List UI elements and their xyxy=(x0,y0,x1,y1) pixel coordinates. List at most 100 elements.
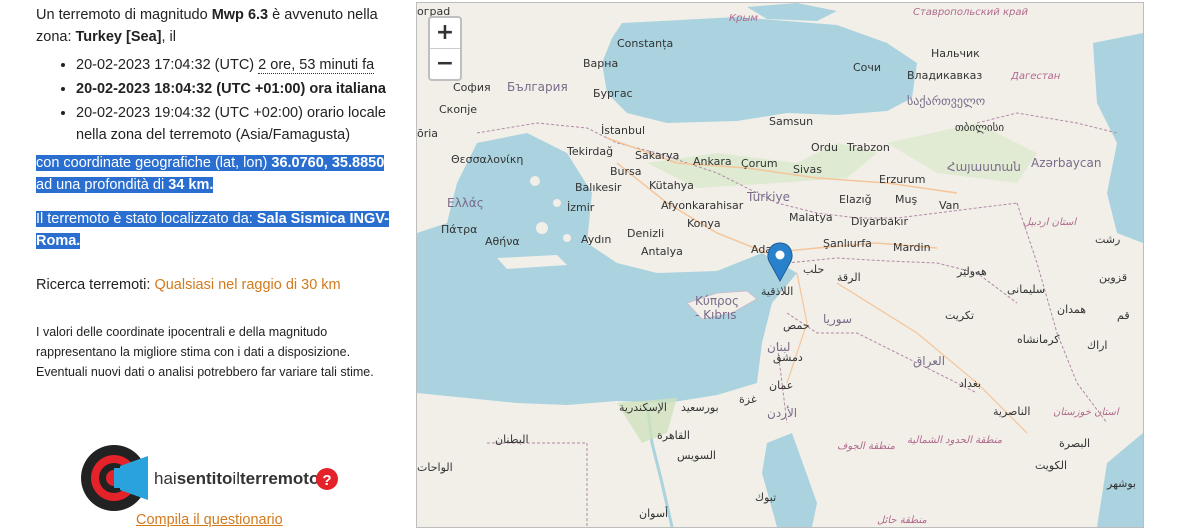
label-georgia: საქართველო xyxy=(907,94,985,108)
intro-text-3: , il xyxy=(161,29,176,45)
label-sanliurfa: Şanlıurfa xyxy=(823,237,872,250)
label-konya: Konya xyxy=(687,217,721,230)
label-elazig: Elazığ xyxy=(839,193,872,206)
zoom-in-button[interactable]: + xyxy=(430,18,460,48)
label-kypros: Κύπρος xyxy=(695,294,739,308)
label-bursa: Bursa xyxy=(610,165,642,178)
italy-time: 20-02-2023 18:04:32 (UTC +01:00) ora ita… xyxy=(76,81,386,97)
label-armenia: Հայաստան xyxy=(947,160,1021,174)
label-kibris: - Kıbrıs xyxy=(695,308,736,322)
label-homs: حمص xyxy=(783,319,810,332)
label-kutahya: Kütahya xyxy=(649,179,694,192)
intro-paragraph: Un terremoto di magnitudo Mwp 6.3 è avve… xyxy=(36,4,396,48)
label-tabuk: تبوك xyxy=(755,491,776,504)
magnitude: Mwp 6.3 xyxy=(211,7,269,23)
label-sakarya: Sakarya xyxy=(635,149,679,162)
label-ordu: Ordu xyxy=(811,141,838,154)
coords-value: 36.0760, 35.8850 xyxy=(271,155,385,171)
label-khuzestan: استان خوزستان xyxy=(1053,407,1120,418)
time-list: 20-02-2023 17:04:32 (UTC) 2 ore, 53 minu… xyxy=(36,54,396,146)
time-italy: 20-02-2023 18:04:32 (UTC +01:00) ora ita… xyxy=(76,78,396,100)
label-burgas: Бургас xyxy=(593,87,633,100)
label-sochi: Сочи xyxy=(853,61,881,74)
label-kuwait: الكويت xyxy=(1035,459,1067,472)
label-hudud: منطقة الحدود الشمالية xyxy=(907,435,1003,446)
label-erzurum: Erzurum xyxy=(879,173,925,186)
label-turkiye: Türkiye xyxy=(746,190,790,204)
label-tikrit: تكريت xyxy=(945,309,974,322)
depth-value: 34 km. xyxy=(168,177,214,193)
label-van: Van xyxy=(939,199,959,212)
coordinates-paragraph: con coordinate geografiche (lat, lon) 36… xyxy=(36,152,396,196)
label-halab: حلب xyxy=(803,263,824,276)
logo-text-sentito: sentito xyxy=(177,469,233,488)
label-azerbaycan: Azərbaycan xyxy=(1031,156,1101,170)
logo-text-hai: hai xyxy=(154,469,177,488)
label-hamadan: همدان xyxy=(1057,303,1086,316)
label-thessaloniki: Θεσσαλονίκη xyxy=(451,153,523,166)
label-oria: ōria xyxy=(417,127,438,140)
label-nasiriya: الناصرية xyxy=(993,405,1030,418)
label-patra: Πάτρα xyxy=(441,223,477,236)
label-istanbul: İstanbul xyxy=(601,124,645,137)
intro-text: Un terremoto di magnitudo xyxy=(36,7,212,23)
label-mus: Muş xyxy=(895,193,917,206)
label-latakia: اللاذقية xyxy=(761,285,793,298)
label-samsun: Samsun xyxy=(769,115,813,128)
label-athina: Αθήνα xyxy=(485,235,520,248)
label-malatya: Malatya xyxy=(789,211,833,224)
label-urdun: الأردن xyxy=(767,405,797,421)
located-text: Il terremoto è stato localizzato da: xyxy=(36,211,257,227)
label-suways: السويس xyxy=(677,449,716,462)
local-time: 20-02-2023 19:04:32 (UTC +02:00) orario … xyxy=(76,105,386,143)
label-diyarbakir: Diyarbakır xyxy=(851,215,908,228)
label-bulgaria: България xyxy=(507,80,568,94)
search-radius-link[interactable]: Qualsiasi nel raggio di 30 km xyxy=(154,277,340,293)
label-ardabil: استان اردبیل xyxy=(1023,217,1077,228)
help-icon: ? xyxy=(322,472,331,489)
label-basra: البصرة xyxy=(1059,437,1090,450)
label-balikesir: Balıkesir xyxy=(575,181,622,194)
logo-text-il: il xyxy=(232,469,240,488)
label-aydin: Aydın xyxy=(581,233,611,246)
label-bursaid: بورسعيد xyxy=(681,401,719,414)
label-qom: قم xyxy=(1117,309,1130,322)
zoom-control: + − xyxy=(428,16,462,81)
label-mardin: Mardin xyxy=(893,241,931,254)
label-ankara: Ankara xyxy=(693,155,732,168)
label-denizli: Denizli xyxy=(627,227,664,240)
label-sivas: Sivas xyxy=(793,163,822,176)
label-qazvin: قزوین xyxy=(1099,271,1127,284)
label-nalchik: Нальчик xyxy=(931,47,980,60)
label-ellas: Ελλάς xyxy=(447,196,484,210)
label-suriya: سوريا xyxy=(823,312,852,327)
map-canvas[interactable]: Constanța Варна Бургас София България Ск… xyxy=(417,3,1143,527)
haisentito-logo[interactable]: haisentitoilterremoto ? xyxy=(80,444,350,514)
search-paragraph: Ricerca terremoti: Qualsiasi nel raggio … xyxy=(36,274,396,296)
label-batnan: البطنان xyxy=(495,433,529,446)
zone: Turkey [Sea] xyxy=(75,29,162,45)
label-hail: منطقة حائل xyxy=(877,515,927,526)
label-tbilisi: თბილისი xyxy=(955,121,1004,134)
label-sofia: София xyxy=(453,81,491,94)
label-arak: اراك xyxy=(1087,339,1108,352)
label-jawf: منطقة الجوف xyxy=(837,441,896,452)
earthquake-info: Un terremoto di magnitudo Mwp 6.3 è avve… xyxy=(36,0,396,382)
label-dimashq: دمشق xyxy=(773,351,803,365)
label-amman: عمان xyxy=(769,379,793,392)
coords-text: con coordinate geografiche (lat, lon) xyxy=(36,155,272,171)
label-hawler: هەولێر xyxy=(956,265,987,278)
label-sulaymaniyah: سلیمانی xyxy=(1007,283,1045,296)
depth-text: ad una profondità di xyxy=(36,177,169,193)
label-tekirdag: Tekirdağ xyxy=(566,145,613,158)
disclaimer: I valori delle coordinate ipocentrali e … xyxy=(36,325,374,379)
time-ago: 2 ore, 53 minuti fa xyxy=(258,57,375,74)
map[interactable]: Constanța Варна Бургас София България Ск… xyxy=(416,2,1144,528)
logo-graphic: haisentitoilterremoto ? xyxy=(81,445,338,511)
label-corum: Çorum xyxy=(741,157,778,170)
logo-text-terremoto: terremoto xyxy=(240,469,319,488)
label-stavropol: Ставропольский край xyxy=(913,7,1028,18)
zoom-out-button[interactable]: − xyxy=(430,48,460,79)
label-iskandariya: الإسكندرية xyxy=(619,401,667,414)
label-iraq: العراق xyxy=(913,354,945,369)
